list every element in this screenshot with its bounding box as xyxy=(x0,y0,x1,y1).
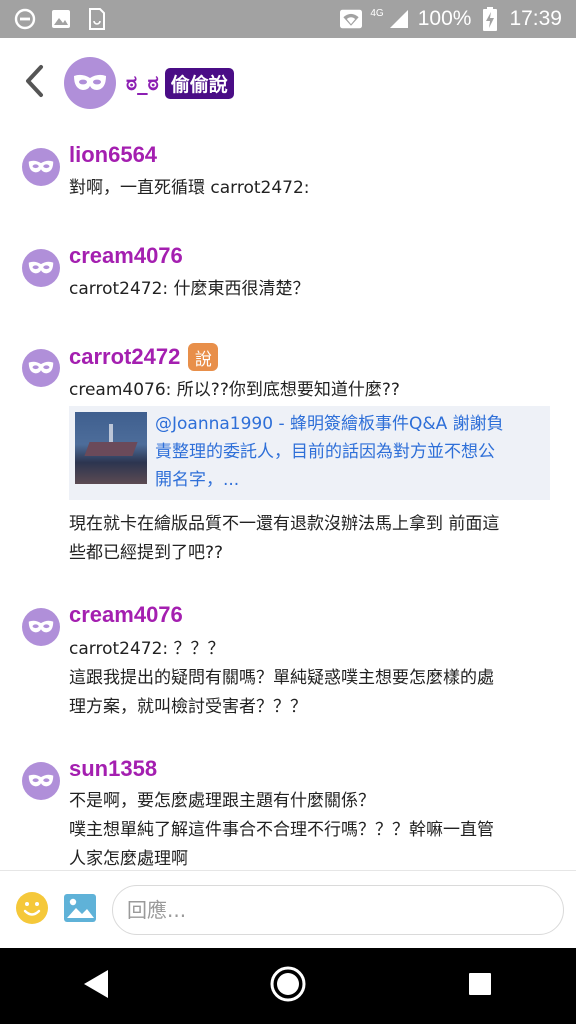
mask-avatar-icon[interactable] xyxy=(22,349,60,387)
anonymous-badge: 偷偷說 xyxy=(164,67,234,99)
reply-input[interactable] xyxy=(112,884,564,935)
system-nav-bar xyxy=(0,948,576,1024)
link-preview-text[interactable]: @Joanna1990 - 蜂明簽繪板事件Q&A 謝謝負 責整理的委託人，目前的… xyxy=(155,410,504,494)
comment-username[interactable]: lion6564 xyxy=(69,142,157,168)
link-preview-card[interactable]: @Joanna1990 - 蜂明簽繪板事件Q&A 謝謝負 責整理的委託人，目前的… xyxy=(69,406,550,500)
mask-avatar-icon[interactable] xyxy=(22,249,60,287)
comment-username[interactable]: carrot2472 說 xyxy=(69,343,219,371)
back-button[interactable] xyxy=(4,38,64,128)
battery-charging-icon xyxy=(479,7,501,31)
recents-square-icon xyxy=(467,971,493,1001)
signal-icon xyxy=(388,8,410,30)
comment-list[interactable]: lion6564 對啊，一直死循環 carrot2472: cream4076 … xyxy=(0,128,576,870)
emoji-icon xyxy=(15,891,49,929)
sim-icon xyxy=(86,8,108,30)
mask-avatar-icon[interactable] xyxy=(22,148,60,186)
comment-username[interactable]: cream4076 xyxy=(69,602,183,628)
do-not-disturb-icon xyxy=(14,8,36,30)
battery-percent: 100% xyxy=(417,7,472,30)
network-type: 4G xyxy=(370,7,384,19)
mask-avatar-icon[interactable] xyxy=(22,608,60,646)
clock: 17:39 xyxy=(509,7,562,30)
link-thumbnail xyxy=(75,412,147,484)
nav-home-button[interactable] xyxy=(258,956,318,1016)
author-badge: 說 xyxy=(188,343,219,371)
comment-username[interactable]: cream4076 xyxy=(69,243,183,269)
comment-text: 不是啊，要怎麼處理跟主題有什麼關係？ 噗主想單純了解這件事合不合理不行嗎？？？幹… xyxy=(69,791,494,869)
back-triangle-icon xyxy=(81,968,111,1004)
nav-back-button[interactable] xyxy=(66,956,126,1016)
comment-text: carrot2472: ？？？ 這跟我提出的疑問有關嗎？單純疑惑噗主想要怎麼樣的… xyxy=(69,639,494,717)
chevron-left-icon xyxy=(23,64,45,102)
comment-text: 現在就卡在繪版品質不一還有退款沒辦法馬上拿到 前面這 些都已經提到了吧?? xyxy=(69,514,500,563)
comment-text: carrot2472: 什麼東西很清楚？ xyxy=(69,279,310,299)
poster-name[interactable]: ಠ_ಠ xyxy=(126,71,159,96)
status-bar: 4G 100% 17:39 xyxy=(0,0,576,38)
comment-username[interactable]: sun1358 xyxy=(69,756,157,782)
mask-avatar-icon[interactable] xyxy=(64,57,116,109)
image-upload-icon xyxy=(63,893,97,927)
image-icon xyxy=(50,8,72,30)
nav-recents-button[interactable] xyxy=(450,956,510,1016)
home-circle-icon xyxy=(269,965,307,1007)
mask-avatar-icon[interactable] xyxy=(22,762,60,800)
comment-text: 對啊，一直死循環 carrot2472: xyxy=(69,178,310,198)
photo-button[interactable] xyxy=(60,890,100,930)
comment-text: cream4076: 所以??你到底想要知道什麼?? xyxy=(69,380,400,400)
conversation-header: ಠ_ಠ 偷偷說 xyxy=(0,38,576,128)
emoji-button[interactable] xyxy=(12,890,52,930)
wifi-icon xyxy=(340,8,363,30)
reply-bar xyxy=(0,870,576,948)
